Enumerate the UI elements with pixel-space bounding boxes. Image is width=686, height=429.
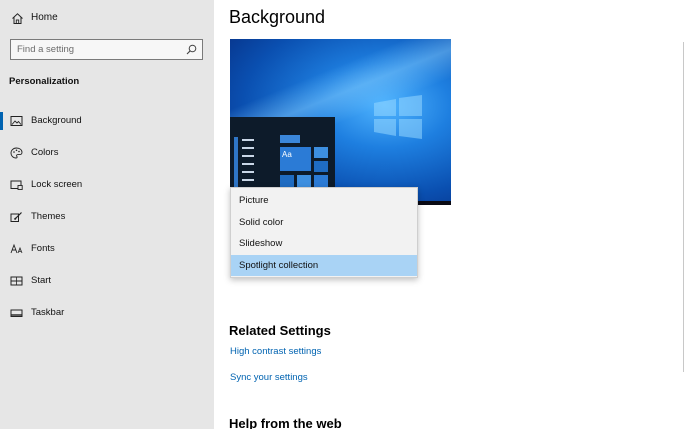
search-icon[interactable]: [186, 44, 197, 55]
sidebar-item-label: Themes: [31, 211, 66, 222]
sidebar-item-fonts[interactable]: Fonts: [0, 237, 214, 261]
sidebar-item-label: Colors: [31, 147, 59, 158]
preview-menu-line: [242, 179, 254, 181]
sidebar-item-colors[interactable]: Colors: [0, 141, 214, 165]
sidebar: Home Personalization Background Colors L…: [0, 0, 214, 429]
palette-icon: [10, 147, 23, 159]
sidebar-item-start[interactable]: Start: [0, 269, 214, 293]
option-label: Solid color: [239, 217, 284, 228]
dropdown-option-spotlight-collection[interactable]: Spotlight collection: [231, 255, 417, 276]
help-from-web-title: Help from the web: [229, 416, 342, 429]
home-icon: [12, 13, 23, 24]
sidebar-item-lock-screen[interactable]: Lock screen: [0, 173, 214, 197]
home-label: Home: [31, 12, 58, 23]
picture-icon: [10, 116, 23, 126]
fonts-icon: [10, 243, 23, 254]
sidebar-item-label: Taskbar: [31, 307, 65, 318]
option-label: Picture: [239, 195, 269, 206]
preview-menu-line: [242, 139, 254, 141]
search-box[interactable]: [10, 39, 203, 60]
dropdown-option-solid-color[interactable]: Solid color: [231, 212, 417, 233]
preview-tile-text: Aa: [282, 150, 292, 159]
sidebar-item-label: Fonts: [31, 243, 55, 254]
background-preview: Aa: [230, 39, 451, 205]
option-label: Slideshow: [239, 238, 283, 249]
preview-menu-line: [242, 163, 254, 165]
high-contrast-settings-link[interactable]: High contrast settings: [230, 346, 321, 357]
sidebar-item-background[interactable]: Background: [0, 109, 214, 133]
search-input[interactable]: [17, 42, 177, 57]
sidebar-item-label: Lock screen: [31, 179, 83, 190]
preview-tile: [280, 135, 300, 143]
background-type-dropdown-list: Picture Solid color Slideshow Spotlight …: [230, 187, 418, 278]
lock-screen-icon: [10, 180, 23, 190]
sidebar-item-label: Background: [31, 115, 82, 126]
option-label: Spotlight collection: [239, 260, 319, 271]
sidebar-item-taskbar[interactable]: Taskbar: [0, 301, 214, 325]
preview-menu-line: [242, 171, 254, 173]
active-indicator: [0, 112, 3, 130]
windows-logo-icon: [374, 95, 422, 139]
sidebar-item-themes[interactable]: Themes: [0, 205, 214, 229]
preview-tile: [314, 161, 328, 172]
related-settings-title: Related Settings: [229, 323, 331, 338]
dropdown-option-picture[interactable]: Picture: [231, 190, 417, 211]
start-icon: [10, 276, 23, 286]
sidebar-item-label: Start: [31, 275, 52, 286]
preview-tile: [314, 147, 328, 158]
preview-menu-line: [242, 155, 254, 157]
home-button[interactable]: Home: [0, 8, 214, 30]
scrollbar[interactable]: [683, 42, 684, 372]
taskbar-icon: [10, 309, 23, 317]
preview-menu-line: [242, 147, 254, 149]
themes-brush-icon: [10, 212, 22, 222]
dropdown-option-slideshow[interactable]: Slideshow: [231, 233, 417, 254]
page-title: Background: [229, 7, 326, 27]
sync-settings-link[interactable]: Sync your settings: [230, 372, 308, 383]
section-title: Personalization: [9, 76, 80, 87]
